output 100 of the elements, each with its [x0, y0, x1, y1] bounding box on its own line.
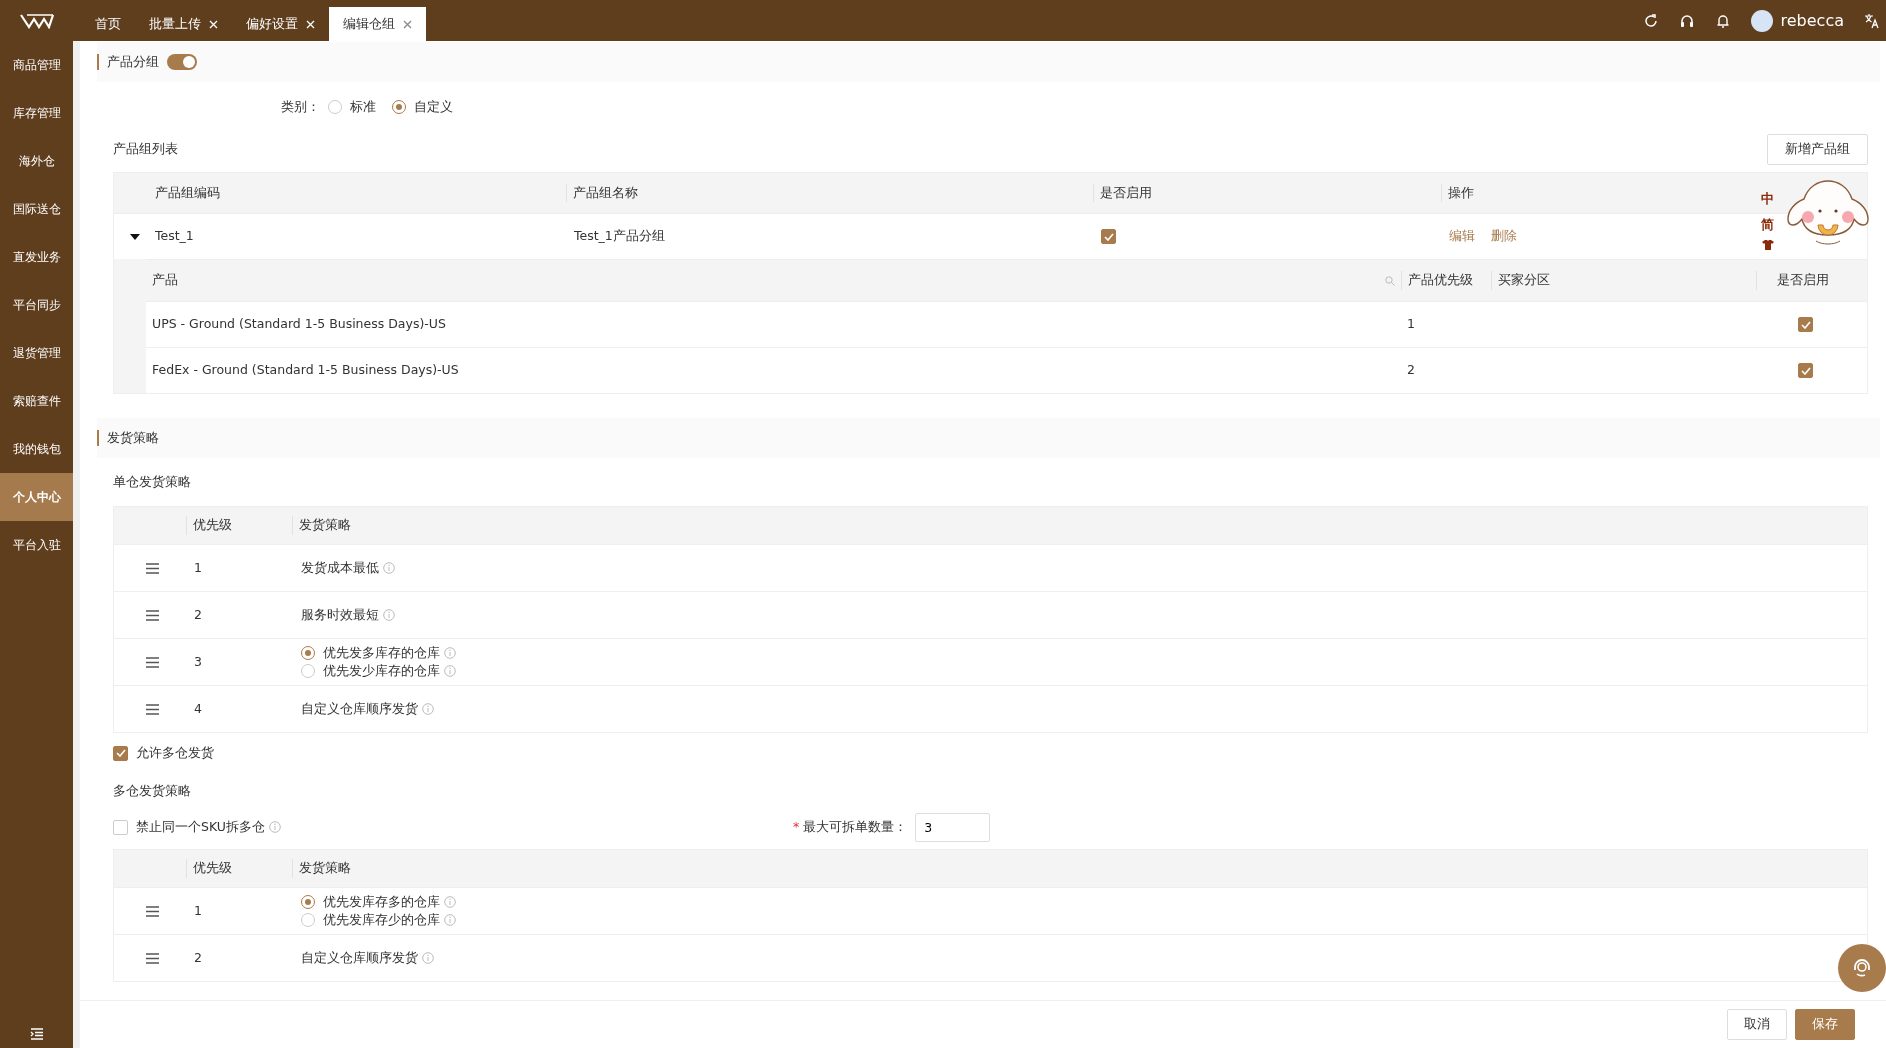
checkbox[interactable] — [113, 819, 128, 835]
table-cell-text: 4 — [194, 699, 202, 718]
table-cell-text: 2 — [194, 948, 202, 967]
checkbox[interactable] — [1101, 229, 1116, 244]
info-icon — [383, 609, 395, 621]
table-cell: FedEx - Ground (Standard 1-5 Business Days)-US — [152, 361, 459, 380]
checkbox[interactable] — [113, 745, 128, 761]
column-header: 发货策略 — [299, 859, 351, 878]
table-cell-text: 1 — [194, 558, 202, 577]
toggle-switch[interactable] — [167, 54, 197, 70]
section-title: 产品分组 — [107, 52, 159, 71]
tab[interactable]: 编辑仓组 — [329, 7, 426, 41]
checkbox-label: 禁止同一个SKU拆多仓 — [136, 817, 265, 836]
action-link[interactable]: 删除 — [1491, 227, 1517, 246]
cancel-button[interactable]: 取消 — [1727, 1009, 1787, 1040]
widget-text[interactable]: 中 — [1761, 189, 1774, 209]
checkbox[interactable] — [1798, 317, 1813, 332]
radio-button[interactable] — [301, 646, 315, 660]
menu-icon[interactable] — [29, 1028, 44, 1040]
column-header: 产品组编码 — [155, 183, 220, 202]
table-cell: UPS - Ground (Standard 1-5 Business Days)-US — [152, 315, 446, 334]
drag-handle-icon[interactable] — [145, 562, 159, 574]
logo-icon[interactable] — [19, 12, 54, 29]
column-header: 优先级 — [193, 516, 232, 535]
radio-button[interactable] — [328, 100, 342, 114]
info-icon — [444, 914, 456, 926]
widget-text[interactable]: 简 — [1761, 214, 1774, 234]
column-header: 买家分区 — [1498, 271, 1550, 290]
sidebar-item[interactable]: 海外仓 — [0, 137, 73, 185]
column-header: 优先级 — [193, 859, 232, 878]
table-cell: Test_1产品分组 — [574, 227, 665, 246]
table-cell-text: 1 — [194, 901, 202, 920]
add-group-button[interactable]: 新增产品组 — [1767, 133, 1868, 165]
field-label: 最大可拆单数量： — [803, 817, 908, 836]
drag-handle-icon[interactable] — [145, 952, 159, 964]
info-icon — [444, 665, 456, 677]
sidebar-item[interactable]: 平台同步 — [0, 281, 73, 329]
table-cell-text: 2 — [194, 605, 202, 624]
avatar[interactable] — [1750, 9, 1773, 32]
sidebar-item[interactable]: 库存管理 — [0, 89, 73, 137]
strategy-text: 发货成本最低 — [301, 558, 379, 577]
tab[interactable]: 批量上传 — [135, 7, 232, 41]
caret-icon[interactable] — [129, 232, 140, 241]
radio-button[interactable] — [392, 100, 406, 114]
radio-button[interactable] — [301, 664, 315, 678]
info-icon — [268, 821, 281, 833]
radio-label: 优先发库存多的仓库 — [323, 892, 440, 911]
subsection-title: 多仓发货策略 — [113, 781, 191, 800]
radio-label: 优先发少库存的仓库 — [323, 661, 440, 680]
strategy-text: 服务时效最短 — [301, 605, 379, 624]
sidebar-item[interactable]: 平台入驻 — [0, 521, 73, 569]
table-cell: Test_1 — [155, 227, 194, 246]
sidebar-item[interactable]: 商品管理 — [0, 41, 73, 89]
shirt-icon[interactable] — [1761, 240, 1774, 250]
radio-label: 优先发库存少的仓库 — [323, 910, 440, 929]
drag-handle-icon[interactable] — [145, 656, 159, 668]
info-icon — [422, 952, 434, 964]
user-name[interactable]: rebecca — [1780, 8, 1844, 33]
radio-label: 优先发多库存的仓库 — [323, 643, 440, 662]
save-button[interactable]: 保存 — [1795, 1009, 1855, 1040]
translate-icon[interactable] — [1864, 12, 1880, 29]
refresh-icon[interactable] — [1642, 12, 1659, 29]
headset-icon[interactable] — [1678, 12, 1695, 29]
table-cell: 2 — [1407, 361, 1415, 380]
required-mark: * — [793, 817, 800, 836]
sidebar-item[interactable]: 个人中心 — [0, 473, 73, 521]
section-title: 发货策略 — [107, 428, 159, 447]
subsection-title: 单仓发货策略 — [113, 472, 191, 491]
action-link[interactable]: 编辑 — [1449, 227, 1475, 246]
sidebar-item[interactable]: 国际送仓 — [0, 185, 73, 233]
drag-handle-icon[interactable] — [145, 703, 159, 715]
list-title: 产品组列表 — [113, 139, 178, 158]
sidebar-item[interactable]: 我的钱包 — [0, 425, 73, 473]
sidebar-item[interactable]: 索赔查件 — [0, 377, 73, 425]
table-cell: 1 — [1407, 315, 1415, 334]
info-icon — [422, 703, 434, 715]
sidebar-item[interactable]: 退货管理 — [0, 329, 73, 377]
strategy-text: 自定义仓库顺序发货 — [301, 699, 418, 718]
info-icon — [444, 896, 456, 908]
column-header: 操作 — [1448, 183, 1474, 202]
column-header: 是否启用 — [1777, 271, 1829, 290]
radio-button[interactable] — [301, 895, 315, 909]
input-field[interactable]: 3 — [915, 812, 991, 842]
checkbox[interactable] — [1798, 363, 1813, 378]
drag-handle-icon[interactable] — [145, 609, 159, 621]
table-cell-text: 3 — [194, 652, 202, 671]
field-label: 类别： — [281, 97, 320, 116]
headset-icon — [1851, 957, 1873, 979]
radio-button[interactable] — [301, 913, 315, 927]
strategy-text: 自定义仓库顺序发货 — [301, 948, 418, 967]
support-button[interactable] — [1838, 944, 1886, 992]
tab[interactable]: 首页 — [81, 7, 135, 41]
checkbox-label: 允许多仓发货 — [136, 743, 214, 762]
radio-label: 标准 — [350, 97, 376, 116]
column-header: 产品组名称 — [573, 183, 638, 202]
column-header: 是否启用 — [1100, 183, 1152, 202]
drag-handle-icon[interactable] — [145, 905, 159, 917]
info-icon — [383, 562, 395, 574]
sidebar-item[interactable]: 直发业务 — [0, 233, 73, 281]
tab[interactable]: 偏好设置 — [232, 7, 329, 41]
